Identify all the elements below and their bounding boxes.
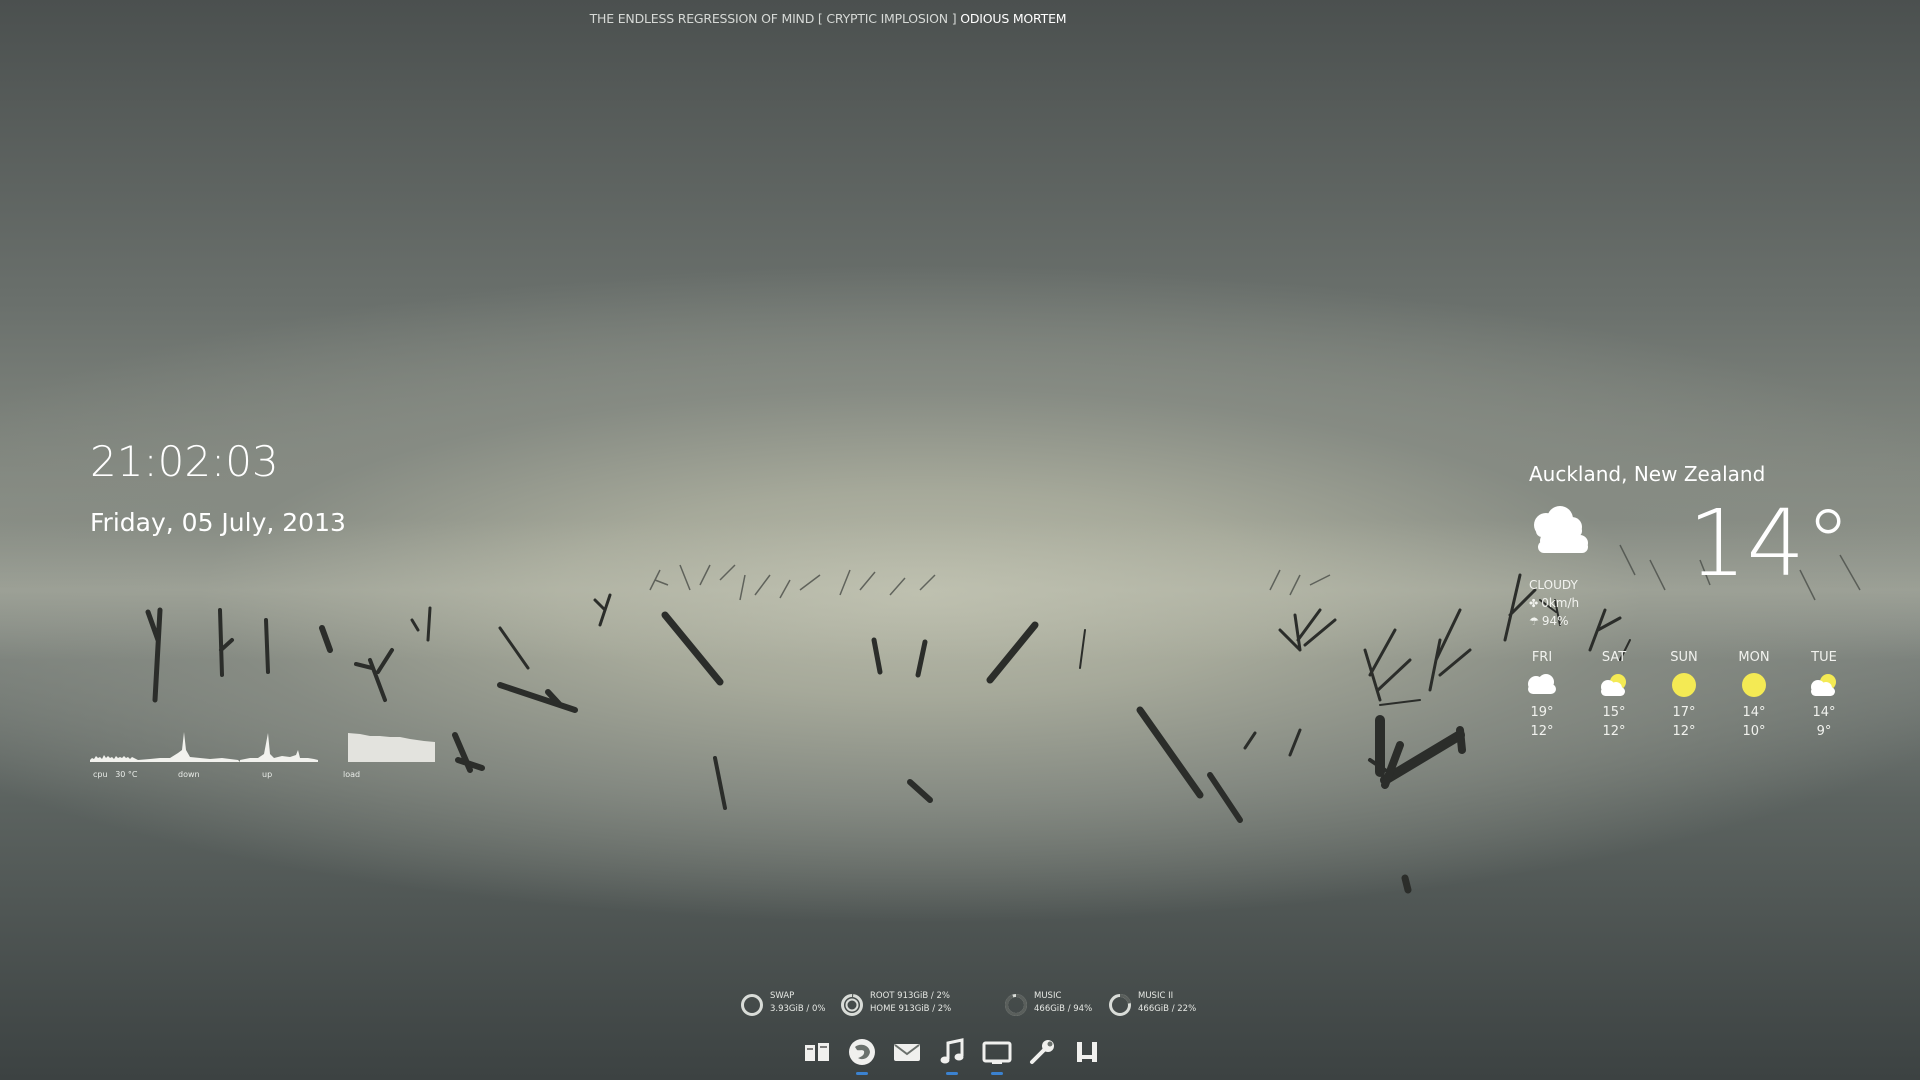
forecast-low: 10°: [1742, 724, 1766, 739]
weather-condition: CLOUDY: [1529, 578, 1578, 592]
partly-cloudy-icon: [1601, 674, 1626, 696]
forecast-low: 12°: [1602, 724, 1626, 739]
cloudy-icon: [1528, 674, 1556, 694]
disk-usage-ring: [841, 994, 863, 1016]
now-playing-text: THE ENDLESS REGRESSION OF MIND [ CRYPTIC…: [0, 11, 1656, 26]
wind-icon: ✤: [1529, 597, 1539, 610]
up-graph: [240, 733, 318, 762]
disk-label: MUSIC II: [1138, 991, 1174, 1001]
load-graph: [348, 733, 435, 762]
cpu-graph-label: cpu 30 °C: [93, 770, 138, 779]
firefox-icon[interactable]: [845, 1035, 879, 1075]
humidity: ☂ 94%: [1529, 614, 1569, 628]
cloudy-icon: [1534, 506, 1588, 553]
forecast-high: 14°: [1742, 705, 1766, 720]
mail-icon[interactable]: [890, 1035, 924, 1075]
disk-usage: 466GiB / 94%: [1034, 1003, 1093, 1014]
weather-location: Auckland, New Zealand: [1529, 462, 1766, 486]
disk-usage: 3.93GiB / 0%: [770, 1003, 826, 1014]
current-temperature: 14°: [1688, 490, 1852, 597]
forecast-day: TUE 14° 9°: [1796, 650, 1852, 741]
wallpaper-dead-trees-in-lake: [145, 544, 1861, 894]
clock-date: Friday, 05 July, 2013: [90, 508, 346, 537]
disk-usage-ring: [1005, 994, 1027, 1016]
forecast-high: 15°: [1602, 705, 1626, 720]
disk-usage: HOME 913GiB / 2%: [870, 1003, 952, 1014]
active-indicator: [856, 1072, 868, 1075]
disk-usage-ring: [1109, 994, 1131, 1016]
settings-wrench-icon[interactable]: [1025, 1035, 1059, 1075]
dock: [800, 1035, 1120, 1075]
forecast-day: SUN 17° 12°: [1656, 650, 1712, 741]
active-indicator: [991, 1072, 1003, 1075]
forecast-day: SAT 15° 12°: [1586, 650, 1642, 741]
forecast-low: 12°: [1530, 724, 1554, 739]
cpu-graph: [90, 755, 138, 762]
forecast-low: 9°: [1816, 724, 1832, 739]
forecast-day: MON 14° 10°: [1726, 650, 1782, 741]
wind-speed: ✤ 0km/h: [1529, 596, 1580, 610]
track-artist: ODIOUS MORTEM: [960, 11, 1067, 26]
sunny-icon: [1672, 673, 1696, 697]
load-graph-label: load: [343, 770, 361, 779]
humidity-icon: ☂: [1529, 615, 1539, 628]
cpu-temperature: 30 °C: [115, 770, 138, 779]
active-indicator: [946, 1072, 958, 1075]
up-graph-label: up: [262, 770, 273, 779]
disk-label: MUSIC: [1034, 991, 1062, 1001]
down-graph-label: down: [178, 770, 200, 779]
disk-label: SWAP: [770, 991, 795, 1001]
down-graph: [138, 732, 240, 762]
sunny-icon: [1742, 673, 1766, 697]
disk-usage: 466GiB / 22%: [1138, 1003, 1197, 1014]
forecast-day-name: TUE: [1811, 650, 1837, 665]
forecast-day-name: MON: [1738, 650, 1770, 665]
music-player-icon[interactable]: [935, 1035, 969, 1075]
forecast-high: 19°: [1530, 705, 1554, 720]
file-manager-icon[interactable]: [800, 1035, 834, 1075]
forecast-day-name: FRI: [1531, 650, 1553, 665]
forecast-day-name: SAT: [1601, 650, 1627, 665]
disk-label: ROOT 913GiB / 2%: [870, 991, 950, 1001]
torrent-client-icon[interactable]: [1070, 1035, 1104, 1075]
clock-time: 21:02:03: [90, 437, 279, 486]
partly-cloudy-icon: [1811, 674, 1836, 696]
forecast-high: 14°: [1812, 705, 1836, 720]
disk-usage-ring: [741, 994, 763, 1016]
terminal-icon[interactable]: [980, 1035, 1014, 1075]
forecast-high: 17°: [1672, 705, 1696, 720]
track-title: THE ENDLESS REGRESSION OF MIND [ CRYPTIC…: [589, 11, 957, 26]
forecast-low: 12°: [1672, 724, 1696, 739]
forecast-day-name: SUN: [1670, 650, 1698, 665]
forecast-day: FRI 19° 12°: [1514, 650, 1570, 741]
